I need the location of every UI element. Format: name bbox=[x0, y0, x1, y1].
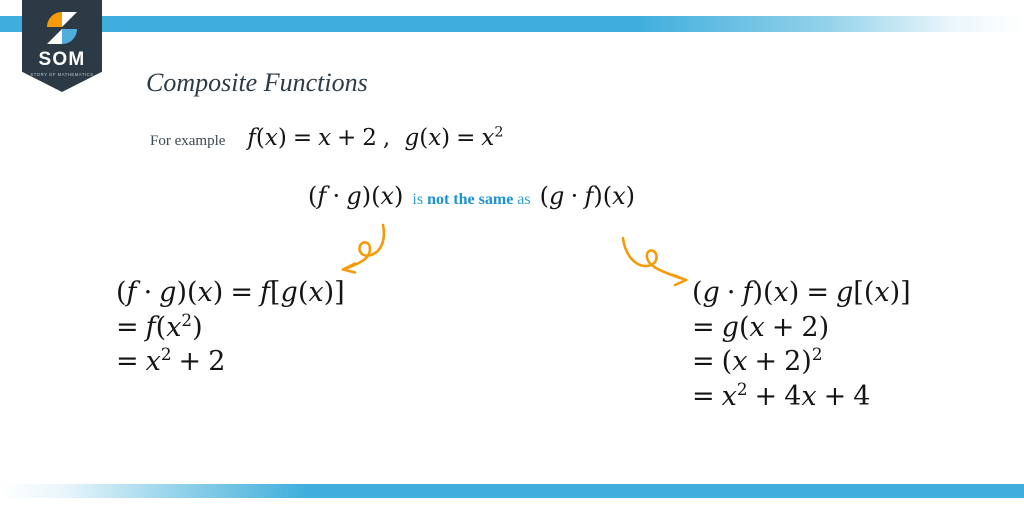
page-title: Composite Functions bbox=[146, 68, 368, 97]
comparison-row: (f · g)(x) is not the same as (g · f)(x) bbox=[308, 182, 635, 210]
comparison-left-expression: (f · g)(x) bbox=[308, 182, 404, 210]
som-logo-banner: SOM STORY OF MATHEMATICS bbox=[22, 0, 102, 92]
derivation-left-line-3: = x2 +2 bbox=[116, 344, 226, 378]
derivation-right-line-2: = g(x +2) bbox=[692, 311, 830, 343]
logo-tagline: STORY OF MATHEMATICS bbox=[30, 72, 94, 77]
bottom-accent-bar bbox=[0, 484, 1024, 498]
comparison-phrase-emphasis: not the same bbox=[427, 191, 514, 208]
som-lightning-mark-icon bbox=[47, 12, 77, 44]
derivation-right-line-4: = x2 +4x +4 bbox=[692, 378, 871, 412]
derivation-right-line-1: (g · f)(x) = g[(x)] bbox=[692, 277, 911, 308]
example-row: For example f(x) = x +2, g(x) = x2 bbox=[150, 125, 503, 151]
curly-arrow-down-left-icon bbox=[341, 223, 386, 274]
logo-wordmark: SOM bbox=[38, 49, 86, 70]
example-label: For example bbox=[150, 133, 226, 149]
derivation-left-line-2: = f(x2) bbox=[116, 309, 203, 343]
curly-arrow-down-right-icon bbox=[621, 236, 688, 287]
comparison-phrase-suffix: as bbox=[517, 191, 531, 208]
derivation-right-line-3: = (x +2)2 bbox=[692, 344, 823, 378]
comparison-phrase-prefix: is bbox=[412, 191, 424, 208]
derivation-left: (f · g)(x) = f[g(x)] = f(x2) = x2 +2 bbox=[116, 276, 345, 380]
derivation-left-line-1: (f · g)(x) = f[g(x)] bbox=[116, 277, 345, 308]
comparison-right-expression: (g · f)(x) bbox=[539, 182, 636, 210]
example-equations: f(x) = x +2, g(x) = x2 bbox=[247, 124, 504, 151]
derivation-right: (g · f)(x) = g[(x)] = g(x +2) = (x +2)2 = x2 +4x +4 bbox=[692, 276, 911, 414]
top-accent-bar bbox=[0, 16, 1024, 32]
comparison-phrase: is not the same as bbox=[412, 191, 530, 209]
